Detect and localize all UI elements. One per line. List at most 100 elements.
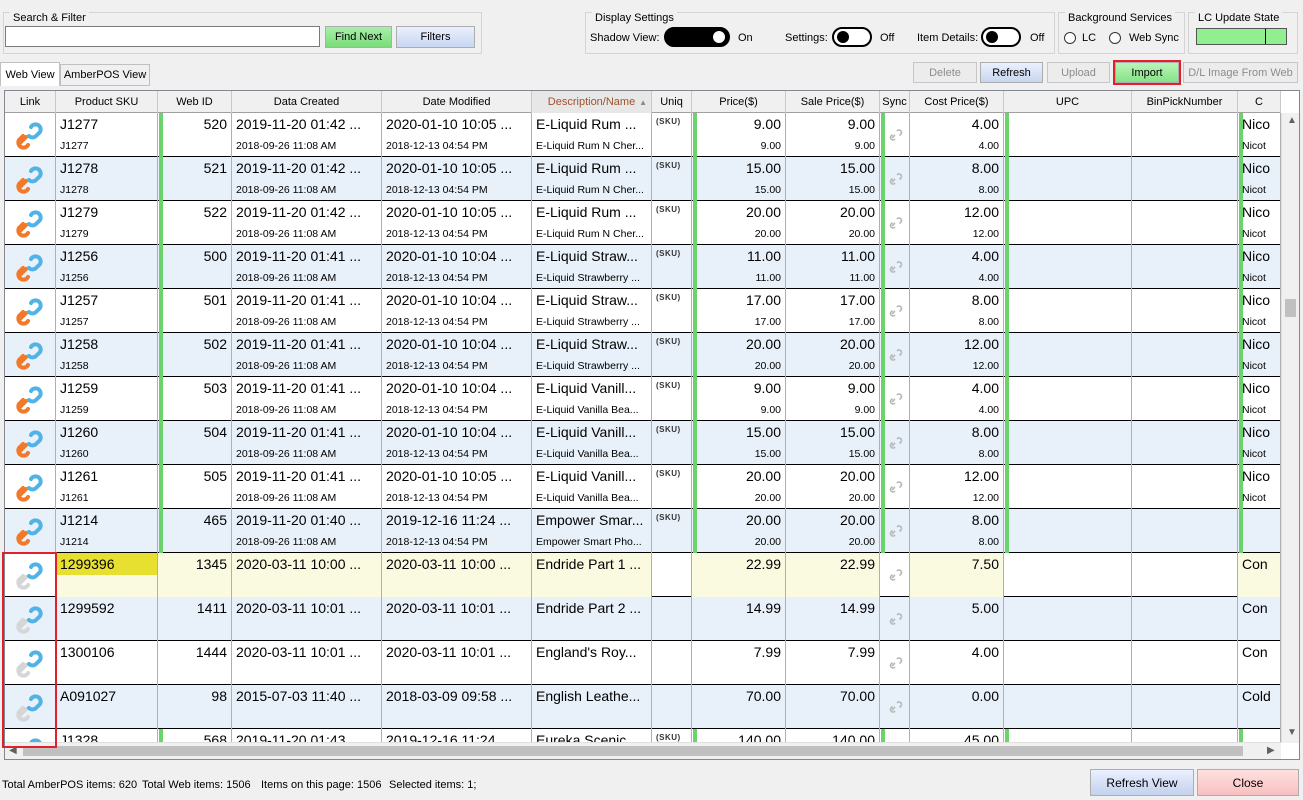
cell-description[interactable]: Eureka Scenic ... [532,729,652,743]
cell-upc[interactable] [1004,597,1132,641]
sync-link-icon[interactable] [888,523,904,539]
cell-web-id[interactable]: 500 [158,245,232,289]
cell-sale-price[interactable]: 22.99 [786,553,880,597]
cell-sale-price[interactable]: 15.00 15.00 [786,157,880,201]
cell-data-created[interactable]: 2019-11-20 01:43 ... [232,729,382,743]
cell-product-sku[interactable]: 1299396 [56,553,158,597]
cell-sync[interactable] [880,685,910,729]
cell-sale-price[interactable]: 20.00 20.00 [786,333,880,377]
cell-date-modified[interactable]: 2020-03-11 10:00 ... [382,553,532,597]
cell-sale-price[interactable]: 140.00 [786,729,880,743]
cell-c[interactable] [1238,509,1281,553]
cell-link[interactable] [5,509,56,553]
cell-sale-price[interactable]: 20.00 20.00 [786,201,880,245]
cell-binpicknumber[interactable] [1132,289,1238,333]
cell-price[interactable]: 140.00 [692,729,786,743]
cell-product-sku[interactable]: 1300106 [56,641,158,685]
cell-description[interactable]: E-Liquid Rum ... E-Liquid Rum N Cher... [532,113,652,157]
cell-sync[interactable] [880,289,910,333]
cell-sync[interactable] [880,553,910,597]
cell-c[interactable]: Nico Nicot [1238,421,1281,465]
cell-date-modified[interactable]: 2020-01-10 10:05 ... 2018-12-13 04:54 PM [382,157,532,201]
cell-sale-price[interactable]: 14.99 [786,597,880,641]
cell-date-modified[interactable]: 2020-01-10 10:04 ... 2018-12-13 04:54 PM [382,333,532,377]
cell-web-id[interactable]: 1411 [158,597,232,641]
sync-link-icon[interactable] [888,699,904,715]
cell-product-sku[interactable]: J1260 J1260 [56,421,158,465]
cell-data-created[interactable]: 2020-03-11 10:01 ... [232,641,382,685]
cell-cost-price[interactable]: 45.00 [910,729,1004,743]
header-col-sync[interactable]: Sync [880,91,910,113]
cell-c[interactable]: Nico Nicot [1238,245,1281,289]
upload-button[interactable]: Upload [1047,62,1110,83]
cell-web-id[interactable]: 502 [158,333,232,377]
hscroll-thumb[interactable] [23,746,1243,756]
cell-description[interactable]: E-Liquid Straw... E-Liquid Strawberry ... [532,245,652,289]
cell-cost-price[interactable]: 4.00 4.00 [910,113,1004,157]
sync-link-icon[interactable] [888,347,904,363]
cell-binpicknumber[interactable] [1132,157,1238,201]
cell-link[interactable] [5,289,56,333]
cell-sync[interactable] [880,597,910,641]
cell-uniq[interactable]: (SKU) [652,201,692,245]
cell-uniq[interactable] [652,553,692,597]
cell-cost-price[interactable]: 8.00 8.00 [910,421,1004,465]
cell-binpicknumber[interactable] [1132,597,1238,641]
header-col-upc[interactable]: UPC [1004,91,1132,113]
settings-toggle[interactable] [832,27,872,47]
web-sync-radio[interactable] [1109,32,1121,44]
cell-binpicknumber[interactable] [1132,113,1238,157]
cell-date-modified[interactable]: 2020-01-10 10:04 ... 2018-12-13 04:54 PM [382,245,532,289]
link-icon[interactable] [15,297,45,327]
cell-date-modified[interactable]: 2020-01-10 10:05 ... 2018-12-13 04:54 PM [382,113,532,157]
link-icon[interactable] [15,517,45,547]
cell-uniq[interactable]: (SKU) [652,157,692,201]
cell-cost-price[interactable]: 4.00 4.00 [910,377,1004,421]
cell-data-created[interactable]: 2019-11-20 01:41 ... 2018-09-26 11:08 AM [232,377,382,421]
cell-binpicknumber[interactable] [1132,333,1238,377]
cell-upc[interactable] [1004,201,1132,245]
cell-product-sku[interactable]: J1278 J1278 [56,157,158,201]
scroll-up-icon[interactable]: ▲ [1287,115,1297,126]
table-row[interactable]: J1214 J1214 465 2019-11-20 01:40 ... 2018-09… [5,509,1281,553]
cell-cost-price[interactable]: 12.00 12.00 [910,201,1004,245]
item-details-toggle[interactable] [981,27,1021,47]
table-row[interactable]: J1260 J1260 504 2019-11-20 01:41 ... 2018-09… [5,421,1281,465]
header-col-link[interactable]: Link [5,91,56,113]
sync-link-icon[interactable] [888,259,904,275]
tab-web-view[interactable]: Web View [0,62,60,86]
cell-description[interactable]: E-Liquid Straw... E-Liquid Strawberry ... [532,289,652,333]
cell-binpicknumber[interactable] [1132,245,1238,289]
header-col-sale-price[interactable]: Sale Price($) [786,91,880,113]
cell-date-modified[interactable]: 2020-01-10 10:05 ... 2018-12-13 04:54 PM [382,201,532,245]
cell-sync[interactable] [880,421,910,465]
cell-price[interactable]: 15.00 15.00 [692,421,786,465]
cell-sale-price[interactable]: 17.00 17.00 [786,289,880,333]
cell-cost-price[interactable]: 8.00 8.00 [910,157,1004,201]
cell-product-sku[interactable]: J1256 J1256 [56,245,158,289]
table-row[interactable]: J1278 J1278 521 2019-11-20 01:42 ... 2018-09… [5,157,1281,201]
cell-data-created[interactable]: 2019-11-20 01:41 ... 2018-09-26 11:08 AM [232,421,382,465]
cell-binpicknumber[interactable] [1132,377,1238,421]
cell-web-id[interactable]: 503 [158,377,232,421]
cell-product-sku[interactable]: J1328 [56,729,158,743]
cell-link[interactable] [5,465,56,509]
cell-price[interactable]: 20.00 20.00 [692,333,786,377]
cell-description[interactable]: E-Liquid Vanill... E-Liquid Vanilla Bea..… [532,421,652,465]
cell-product-sku[interactable]: J1277 J1277 [56,113,158,157]
header-col-web-id[interactable]: Web ID [158,91,232,113]
cell-web-id[interactable]: 98 [158,685,232,729]
cell-price[interactable]: 22.99 [692,553,786,597]
link-icon[interactable] [15,385,45,415]
cell-description[interactable]: English Leathe... [532,685,652,729]
cell-uniq[interactable]: (SKU) [652,245,692,289]
cell-upc[interactable] [1004,421,1132,465]
cell-sync[interactable] [880,729,910,743]
cell-web-id[interactable]: 522 [158,201,232,245]
sync-link-icon[interactable] [888,215,904,231]
cell-price[interactable]: 20.00 20.00 [692,201,786,245]
table-row[interactable]: J1257 J1257 501 2019-11-20 01:41 ... 2018-09… [5,289,1281,333]
cell-price[interactable]: 14.99 [692,597,786,641]
cell-upc[interactable] [1004,157,1132,201]
cell-date-modified[interactable]: 2020-01-10 10:04 ... 2018-12-13 04:54 PM [382,289,532,333]
